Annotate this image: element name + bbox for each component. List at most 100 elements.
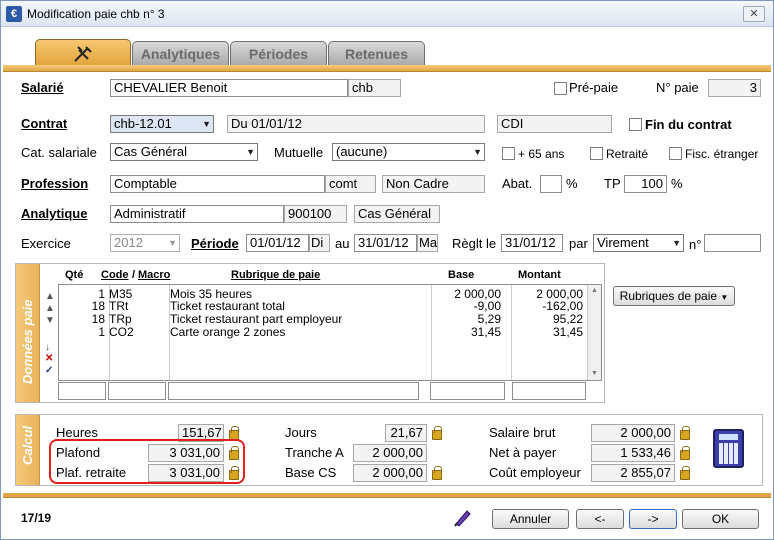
row-base: -9,00 [473, 299, 501, 313]
fin-contrat-label: Fin du contrat [645, 117, 732, 132]
prepaie-label: Pré-paie [569, 80, 619, 95]
chevron-down-icon: ▼ [202, 119, 211, 129]
col-base: Base [448, 269, 475, 281]
row-base: 31,45 [470, 325, 501, 339]
cat-select[interactable]: Cas Général ▼ [110, 143, 258, 161]
basecs-field: 2 000,00 [353, 464, 427, 482]
contrat-select[interactable]: chb-12.01 ▼ [110, 115, 214, 133]
abat-field[interactable] [540, 175, 562, 193]
row-rubrique: Ticket restaurant part employeur [170, 312, 343, 326]
row-qte: 1 [98, 325, 105, 339]
tab-periodes[interactable]: Périodes [230, 41, 327, 66]
fin-contrat-checkbox[interactable] [629, 118, 642, 131]
reglt-field[interactable]: 31/01/12 [501, 234, 563, 252]
chevron-down-icon: ▼ [720, 293, 729, 302]
entry-rubrique-input[interactable] [168, 382, 419, 400]
validate-check-icon[interactable]: ✓ [45, 365, 53, 376]
lock-icon[interactable] [680, 466, 690, 480]
tp-field[interactable]: 100 [624, 175, 667, 193]
tab-analytiques[interactable]: Analytiques [132, 41, 229, 66]
entry-montant-input[interactable] [512, 382, 586, 400]
col-code[interactable]: Code [101, 269, 129, 281]
brut-label: Salaire brut [489, 425, 556, 440]
scroll-up-icon[interactable]: ▲ [591, 287, 598, 294]
row-code: CO2 [109, 325, 134, 339]
periode-au-field[interactable]: 31/01/12 [354, 234, 417, 252]
exercice-value: 2012 [114, 235, 143, 250]
analytique-code-field: 900100 [284, 205, 347, 223]
scroll-down-icon[interactable]: ▼ [591, 370, 598, 377]
ok-button[interactable]: OK [682, 509, 759, 529]
grid-scrollbar[interactable]: ▲ ▼ [587, 285, 601, 380]
lock-icon[interactable] [680, 426, 690, 440]
lock-icon[interactable] [432, 426, 442, 440]
row-rubrique: Ticket restaurant total [170, 299, 285, 313]
cat-value: Cas Général [114, 144, 187, 159]
row-rubrique: Carte orange 2 zones [170, 325, 286, 339]
entry-base-input[interactable] [430, 382, 505, 400]
record-counter: 17/19 [21, 511, 52, 525]
profession-field[interactable]: Comptable [110, 175, 325, 193]
app-icon: € [6, 6, 22, 22]
calcul-side-label: Calcul [20, 425, 35, 465]
salarie-name-field[interactable]: CHEVALIER Benoit [110, 79, 348, 97]
tools-icon [74, 46, 92, 62]
rubriques-button-label: Rubriques de paie [619, 289, 718, 303]
tab-general[interactable] [35, 39, 131, 66]
calculator-icon[interactable] [713, 429, 744, 468]
exercice-label: Exercice [21, 236, 71, 251]
row-base: 5,29 [477, 312, 501, 326]
retraite-label: Retraité [606, 147, 649, 161]
brut-field: 2 000,00 [591, 424, 675, 442]
npaie-field: 3 [708, 79, 761, 97]
no-field[interactable] [704, 234, 761, 252]
window-title: Modification paie chb n° 3 [27, 7, 165, 21]
col-montant: Montant [518, 269, 561, 281]
contrat-label: Contrat [21, 116, 68, 131]
arrow-down-icon[interactable]: ↓ [45, 342, 50, 353]
chevron-down-icon: ▼ [246, 147, 255, 157]
annuler-button[interactable]: Annuler [492, 509, 569, 529]
pen-icon[interactable] [453, 507, 473, 527]
periode-label: Période [191, 236, 239, 251]
window: € Modification paie chb n° 3 ✕ Analytiqu… [0, 0, 774, 540]
entry-code-input[interactable] [108, 382, 166, 400]
highlight-box [49, 439, 245, 484]
col-rubrique[interactable]: Rubrique de paie [231, 269, 320, 281]
exercice-select[interactable]: 2012 ▼ [110, 234, 180, 252]
row-qte: 18 [91, 299, 105, 313]
plus65-checkbox[interactable] [502, 147, 515, 160]
npaie-label: N° paie [656, 80, 699, 95]
basecs-label: Base CS [285, 465, 337, 480]
abat-label: Abat. [502, 176, 533, 191]
reglt-label: Règlt le [452, 236, 497, 251]
fisc-checkbox[interactable] [669, 147, 682, 160]
move-up-icon[interactable]: ▲ [45, 291, 55, 302]
move-down-icon[interactable]: ▼ [45, 315, 55, 326]
lock-icon[interactable] [432, 466, 442, 480]
entry-qte-input[interactable] [58, 382, 106, 400]
bottom-separator [3, 493, 771, 498]
tab-retenues[interactable]: Retenues [328, 41, 425, 66]
jours-label: Jours [285, 425, 317, 440]
col-macro[interactable]: Macro [138, 269, 170, 281]
rubriques-button[interactable]: Rubriques de paie ▼ [613, 286, 735, 306]
net-field: 1 533,46 [591, 444, 675, 462]
mutuelle-select[interactable]: (aucune) ▼ [332, 143, 485, 161]
par-select[interactable]: Virement ▼ [593, 234, 684, 252]
delete-icon[interactable]: ✕ [45, 353, 53, 364]
col-slash: / [132, 269, 136, 281]
periode-au-day: Ma [417, 234, 438, 252]
move-up-icon[interactable]: ▲ [45, 303, 55, 314]
periode-du-field[interactable]: 01/01/12 [246, 234, 309, 252]
prev-button[interactable]: <- [576, 509, 624, 529]
contrat-type-field: CDI [497, 115, 612, 133]
lock-icon[interactable] [680, 446, 690, 460]
analytique-field[interactable]: Administratif [110, 205, 284, 223]
retraite-checkbox[interactable] [590, 147, 603, 160]
prepaie-checkbox[interactable] [554, 82, 567, 95]
next-button[interactable]: -> [629, 509, 677, 529]
jours-field: 21,67 [385, 424, 427, 442]
close-button[interactable]: ✕ [743, 6, 765, 22]
salarie-label: Salarié [21, 80, 64, 95]
